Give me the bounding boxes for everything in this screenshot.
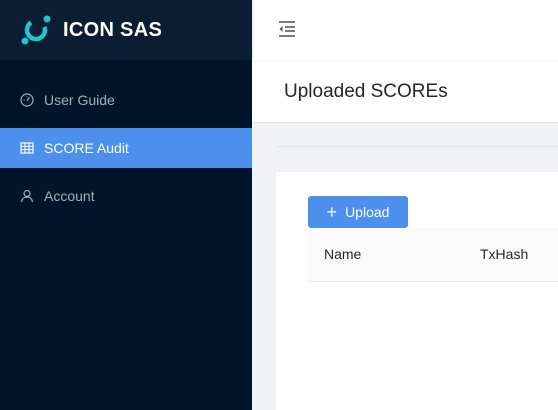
sidebar-menu: User Guide SCORE Audit Account bbox=[0, 80, 252, 216]
sidebar-item-label: SCORE Audit bbox=[44, 140, 129, 156]
page-header: Uploaded SCOREs bbox=[252, 61, 558, 123]
table-icon bbox=[20, 141, 34, 155]
sidebar-item-account[interactable]: Account bbox=[0, 176, 252, 216]
top-header bbox=[252, 0, 558, 60]
column-header-name[interactable]: Name bbox=[324, 246, 361, 262]
brand-name: ICON SAS bbox=[63, 18, 163, 41]
menu-fold-icon[interactable] bbox=[277, 19, 297, 39]
divider bbox=[276, 146, 558, 147]
sidebar-item-score-audit[interactable]: SCORE Audit bbox=[0, 128, 252, 168]
dashboard-icon bbox=[20, 93, 34, 107]
upload-button-label: Upload bbox=[345, 204, 390, 220]
table-header: Name TxHash bbox=[308, 228, 558, 282]
sidebar: ICON SAS User Guide SCORE Audit Account bbox=[0, 0, 252, 410]
sidebar-item-label: User Guide bbox=[44, 92, 115, 108]
page-title: Uploaded SCOREs bbox=[284, 81, 448, 102]
sidebar-item-user-guide[interactable]: User Guide bbox=[0, 80, 252, 120]
icon-logo-icon bbox=[19, 13, 53, 47]
plus-icon: + bbox=[326, 202, 338, 222]
sidebar-item-label: Account bbox=[44, 188, 95, 204]
upload-button[interactable]: + Upload bbox=[308, 196, 408, 228]
content-card: + Upload Name TxHash bbox=[276, 172, 558, 410]
logo-bar: ICON SAS bbox=[0, 0, 252, 60]
column-header-txhash[interactable]: TxHash bbox=[480, 246, 528, 262]
user-icon bbox=[20, 189, 34, 203]
